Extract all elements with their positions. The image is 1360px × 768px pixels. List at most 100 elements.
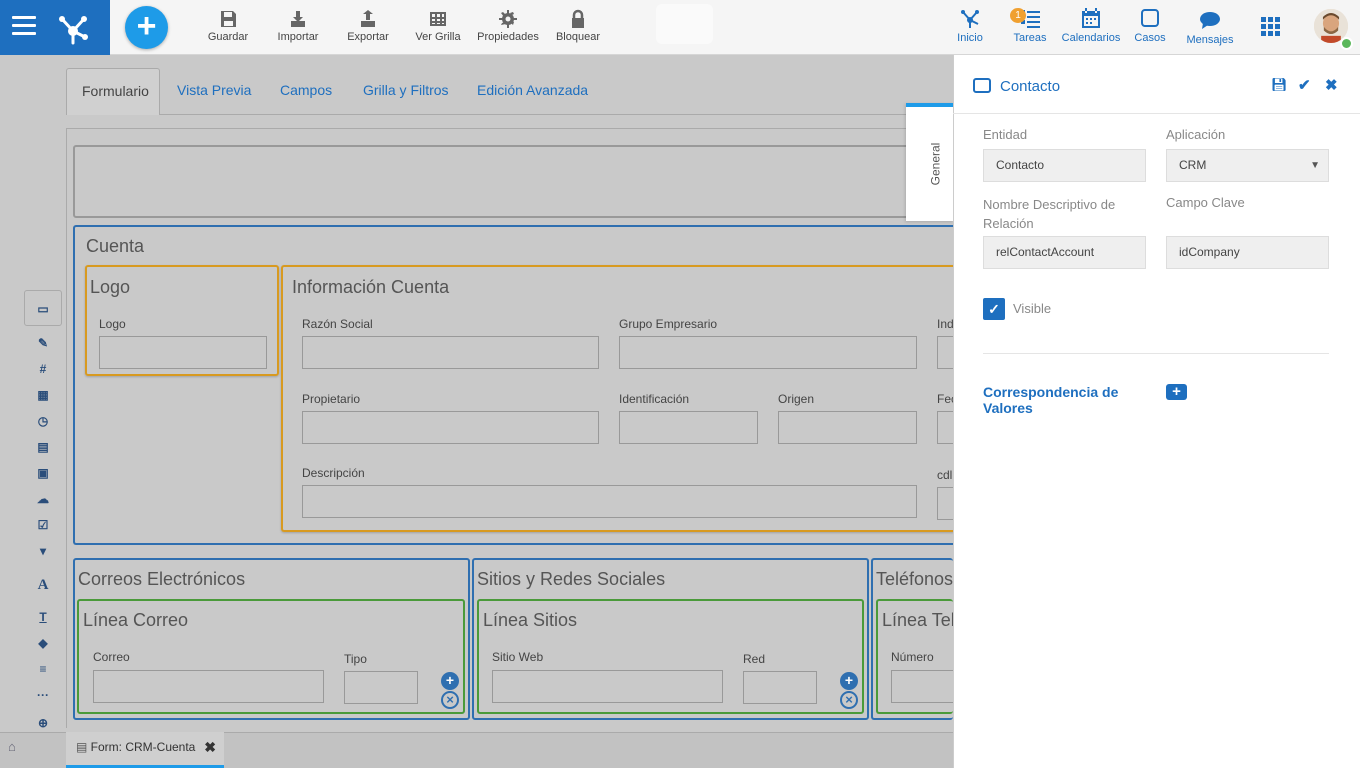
nav-inicio[interactable]: Inicio <box>950 7 990 44</box>
import-button[interactable]: Importar <box>266 9 330 43</box>
tab-formulario[interactable]: Formulario <box>66 68 160 115</box>
checkbox-icon[interactable]: ☑ <box>24 512 62 538</box>
form-header-section[interactable] <box>73 145 956 218</box>
aplicacion-select[interactable]: CRM ▼ <box>1166 149 1329 182</box>
text-t-icon[interactable]: T <box>24 604 62 630</box>
import-label: Importar <box>277 31 319 43</box>
tab-general-label: General <box>928 142 943 186</box>
tab-edicion-avanzada[interactable]: Edición Avanzada <box>462 68 603 115</box>
identificacion-field[interactable] <box>619 411 758 444</box>
logo-field[interactable] <box>99 336 267 369</box>
clock-icon[interactable]: ◷ <box>24 408 62 434</box>
dropdown-arrow-icon: ▼ <box>1310 160 1320 171</box>
descripcion-field[interactable] <box>302 485 917 518</box>
panel-save-icon[interactable]: 💾︎ <box>1271 77 1288 93</box>
ellipsis-icon[interactable]: ··· <box>24 682 62 708</box>
nav-calendarios[interactable]: Calendarios <box>1060 7 1122 44</box>
relation-box-icon <box>973 78 991 93</box>
tipo-label: Tipo <box>344 652 367 666</box>
align-center-icon[interactable]: ≡ <box>24 656 62 682</box>
panel-confirm-icon[interactable]: ✔ <box>1298 76 1311 94</box>
visible-checkbox[interactable]: ✓ <box>983 298 1005 320</box>
origen-field[interactable] <box>778 411 917 444</box>
panel-divider <box>983 353 1329 354</box>
panel-close-icon[interactable]: ✖ <box>1325 76 1338 94</box>
propietario-label: Propietario <box>302 392 361 406</box>
close-tab-icon[interactable]: ✖ <box>204 732 216 762</box>
industria-label: Ind <box>937 317 954 331</box>
sitio-web-label: Sitio Web <box>492 650 544 664</box>
campo-clave-field[interactable]: idCompany <box>1166 236 1329 269</box>
razon-social-field[interactable] <box>302 336 599 369</box>
logo-label: Logo <box>99 317 126 331</box>
deyel-logo-icon[interactable] <box>54 9 92 47</box>
export-button[interactable]: Exportar <box>336 9 400 43</box>
properties-button[interactable]: Propiedades <box>476 9 540 43</box>
nav-casos-label: Casos <box>1134 32 1166 44</box>
brand-area <box>0 0 110 55</box>
aplicacion-value: CRM <box>1179 158 1207 172</box>
export-icon <box>336 9 400 29</box>
aplicacion-label: Aplicación <box>1166 127 1226 142</box>
group-linea-correo-title: Línea Correo <box>83 610 189 630</box>
group-informacion-title: Información Cuenta <box>292 277 450 297</box>
dropdown-icon[interactable]: ▾ <box>24 538 62 564</box>
lock-button[interactable]: Bloquear <box>546 9 610 43</box>
save-button[interactable]: Guardar <box>196 9 260 43</box>
save-label: Guardar <box>207 31 249 43</box>
nombre-relacion-field[interactable]: relContactAccount <box>983 236 1146 269</box>
entidad-field[interactable]: Contacto <box>983 149 1146 182</box>
text-a-icon[interactable]: A <box>24 572 62 598</box>
add-new-button[interactable]: + <box>125 6 168 49</box>
open-form-tab[interactable]: ▤ Form: CRM-Cuenta ✖ <box>66 732 224 768</box>
fecha-field[interactable] <box>937 411 953 444</box>
cloud-upload-icon[interactable]: ☁ <box>24 486 62 512</box>
menu-icon[interactable] <box>12 16 36 38</box>
laptop-icon[interactable]: ▭ <box>24 290 62 326</box>
tab-vista-previa[interactable]: Vista Previa <box>162 68 266 115</box>
chat-bubble-icon <box>1200 12 1220 29</box>
calendar-icon <box>1082 8 1100 28</box>
industria-field[interactable] <box>937 336 953 369</box>
group-linea-tel-title: Línea Tel <box>882 610 953 630</box>
file-icon[interactable]: ▤ <box>24 434 62 460</box>
grupo-empresario-label: Grupo Empresario <box>619 317 718 331</box>
numero-field[interactable] <box>891 670 953 703</box>
nav-mensajes[interactable]: Mensajes <box>1184 9 1236 46</box>
tags-icon[interactable]: ◆ <box>24 630 62 656</box>
properties-label: Propiedades <box>477 31 539 43</box>
grupo-empresario-field[interactable] <box>619 336 917 369</box>
view-grid-button[interactable]: Ver Grilla <box>406 9 470 43</box>
origen-label: Origen <box>778 392 815 406</box>
add-row-icon[interactable]: + <box>840 672 858 690</box>
image-icon[interactable]: ▣ <box>24 460 62 486</box>
home-icon[interactable]: ⌂ <box>8 739 16 754</box>
group-linea-sitios-title: Línea Sitios <box>483 610 578 630</box>
correspondencia-label: Correspondencia de Valores <box>983 384 1119 416</box>
visible-label: Visible <box>1013 301 1052 316</box>
apps-grid-icon[interactable] <box>1261 17 1281 37</box>
remove-row-icon[interactable]: × <box>441 691 459 709</box>
tab-general[interactable]: General <box>906 103 954 221</box>
tipo-field[interactable] <box>344 671 418 704</box>
remove-row-icon[interactable]: × <box>840 691 858 709</box>
view-grid-label: Ver Grilla <box>415 31 461 43</box>
import-icon <box>266 9 330 29</box>
nav-casos[interactable]: Casos <box>1130 7 1170 44</box>
left-toolbox: ▭ ✎ # ▦ ◷ ▤ ▣ ☁ ☑ ▾ A T ◆ ≡ ··· ⊕ ⬢ <box>24 290 62 768</box>
tab-grilla-filtros[interactable]: Grilla y Filtros <box>348 68 464 115</box>
red-field[interactable] <box>743 671 817 704</box>
tab-campos[interactable]: Campos <box>265 68 347 115</box>
sitio-web-field[interactable] <box>492 670 723 703</box>
correo-field[interactable] <box>93 670 324 703</box>
hash-icon[interactable]: # <box>24 356 62 382</box>
cdl-field[interactable] <box>937 487 953 520</box>
tasks-badge: 1 <box>1010 8 1026 23</box>
propietario-field[interactable] <box>302 411 599 444</box>
gear-icon <box>476 9 540 29</box>
edit-field-icon[interactable]: ✎ <box>24 330 62 356</box>
add-row-icon[interactable]: + <box>441 672 459 690</box>
calendar-field-icon[interactable]: ▦ <box>24 382 62 408</box>
add-correspondencia-button[interactable]: + <box>1166 384 1187 400</box>
nav-tareas-label: Tareas <box>1013 32 1047 44</box>
